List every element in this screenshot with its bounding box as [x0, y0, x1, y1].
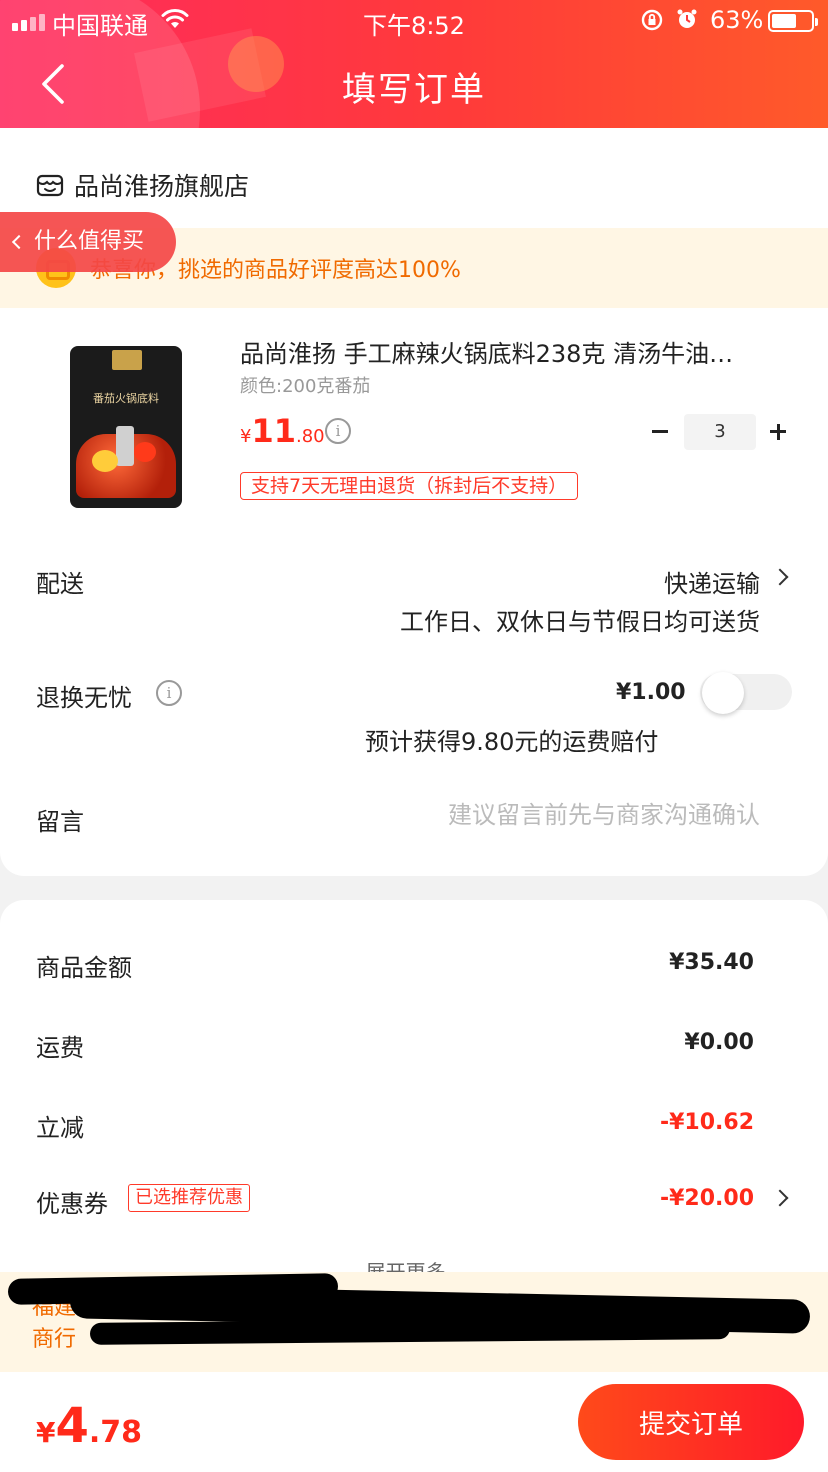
chevron-right-icon[interactable]	[771, 568, 789, 586]
battery-icon	[768, 10, 818, 32]
summary-goods-value: ¥35.40	[669, 950, 754, 975]
coupon-tag: 已选推荐优惠	[128, 1184, 250, 1212]
summary-shipping-value: ¥0.00	[684, 1030, 754, 1055]
message-input[interactable]	[400, 796, 760, 834]
merchant-notice: 福建 商行	[0, 1272, 828, 1372]
delivery-method[interactable]: 快递运输	[664, 564, 760, 599]
delivery-label: 配送	[36, 570, 84, 598]
submit-order-button[interactable]: 提交订单	[578, 1384, 804, 1460]
summary-discount-value: -¥10.62	[659, 1110, 754, 1135]
summary-shipping-label: 运费	[36, 1034, 84, 1062]
product-price: ¥11.80	[240, 412, 325, 450]
return-to-app-pill[interactable]: 什么值得买	[0, 212, 176, 272]
refund-guarantee-price: ¥1.00	[616, 680, 686, 705]
quantity-input[interactable]: 3	[684, 414, 756, 450]
price-summary-card: 商品金额 ¥35.40 运费 ¥0.00 立减 -¥10.62 优惠券 已选推荐…	[0, 900, 828, 1300]
store-icon	[36, 174, 64, 197]
return-policy-tag: 支持7天无理由退货（拆封后不支持）	[240, 472, 579, 500]
chevron-left-icon	[11, 234, 27, 250]
summary-coupon-label: 优惠券	[36, 1190, 108, 1218]
chevron-right-icon[interactable]	[771, 1189, 789, 1207]
quantity-decrease-button[interactable]	[648, 414, 674, 448]
header-bar: 中国联通 下午8:52 63% 填写订单	[0, 0, 828, 128]
store-row[interactable]: 品尚淮扬旗舰店	[36, 168, 249, 202]
refund-guarantee-toggle[interactable]	[700, 672, 792, 714]
total-price: ¥4.78	[36, 1398, 143, 1454]
status-bar: 中国联通 下午8:52 63%	[0, 0, 828, 42]
page-title: 填写订单	[342, 70, 486, 110]
price-info-icon[interactable]: i	[325, 418, 351, 444]
product-variant: 颜色:200克番茄	[240, 376, 371, 397]
store-name: 品尚淮扬旗舰店	[74, 172, 250, 201]
refund-info-icon[interactable]: i	[156, 680, 182, 706]
checkout-bar: ¥4.78 提交订单	[0, 1372, 828, 1472]
rotation-lock-icon	[641, 9, 663, 31]
status-time: 下午8:52	[363, 12, 465, 40]
refund-guarantee-label: 退换无忧	[36, 684, 132, 712]
summary-discount-label: 立减	[36, 1114, 84, 1142]
summary-goods-label: 商品金额	[36, 954, 132, 982]
battery-level	[772, 14, 796, 28]
delivery-note: 工作日、双休日与节假日均可送货	[400, 608, 760, 636]
battery-percent: 63%	[710, 6, 764, 34]
refund-guarantee-note: 预计获得9.80元的运费赔付	[365, 728, 659, 756]
product-image-label: 番茄火锅底料	[93, 392, 159, 405]
quantity-increase-button[interactable]	[766, 414, 792, 448]
product-title[interactable]: 品尚淮扬 手工麻辣火锅底料238克 清汤牛油…	[240, 334, 790, 369]
summary-coupon-value[interactable]: -¥20.00	[660, 1186, 754, 1211]
message-label: 留言	[36, 808, 84, 836]
alarm-icon	[677, 9, 697, 28]
return-to-app-label: 什么值得买	[34, 229, 145, 254]
product-image[interactable]: 番茄火锅底料	[70, 346, 182, 508]
